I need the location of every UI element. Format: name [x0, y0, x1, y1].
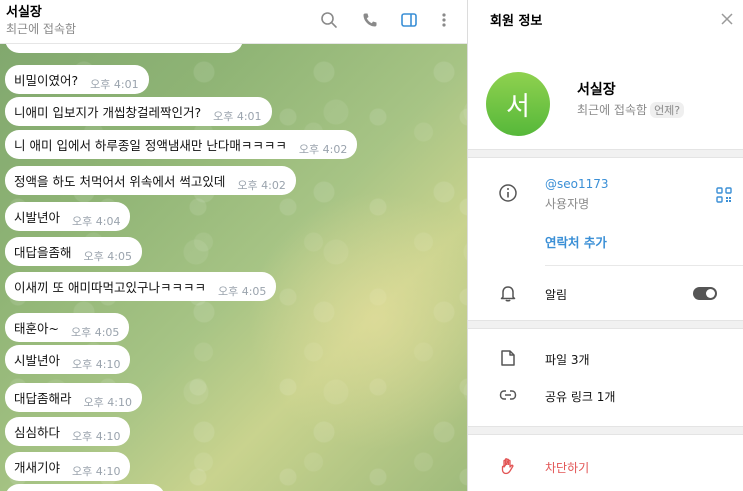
message-bubble[interactable]: 비밀이였어? 오후 4:01	[5, 65, 149, 94]
section-separator	[468, 426, 743, 435]
link-icon	[498, 385, 518, 405]
qr-code-icon[interactable]	[715, 186, 733, 204]
message-bubble[interactable]: 시발년아 오후 4:10	[5, 345, 131, 374]
block-user-button[interactable]: 차단하기	[545, 459, 589, 476]
message-text: 정액을 하도 처먹어서 위속에서 썩고있데	[14, 174, 226, 189]
message-list[interactable]: 비밀이였어? 오후 4:01 니애미 입보지가 개씹창걸레짝인거? 오후 4:0…	[0, 24, 467, 491]
message-time: 오후 4:10	[72, 357, 121, 371]
message-text: 대답을좀해	[14, 245, 72, 260]
chat-header[interactable]: 서실장 최근에 접속함	[0, 0, 467, 44]
message-time: 오후 4:01	[90, 77, 139, 91]
message-bubble[interactable]: 심심하다 오후 4:10	[5, 417, 131, 446]
message-text: 비밀이였어?	[14, 73, 79, 88]
message-bubble[interactable]: 대답좀해라 오후 4:10	[5, 383, 142, 412]
message-bubble[interactable]: 시발년아 오후 4:04	[5, 202, 131, 231]
message-time: 오후 4:01	[213, 109, 262, 123]
avatar[interactable]: 서	[486, 72, 550, 136]
phone-icon[interactable]	[359, 9, 381, 31]
notifications-label: 알림	[545, 288, 568, 302]
message-text: 시발년아	[14, 210, 61, 225]
profile-name: 서실장	[577, 82, 616, 98]
message-time: 오후 4:02	[237, 178, 286, 192]
message-time: 오후 4:05	[217, 284, 267, 298]
message-text: 대답좀해라	[14, 391, 72, 406]
chat-title[interactable]: 서실장	[6, 1, 42, 20]
info-icon	[498, 183, 518, 203]
search-icon[interactable]	[318, 9, 340, 31]
notifications-toggle[interactable]	[693, 287, 717, 300]
user-info-panel: 회원 정보 서 서실장 최근에 접속함 언제? @seo1173 사용자명 연락…	[467, 0, 743, 491]
message-text: 개새기야	[14, 460, 61, 475]
message-bubble[interactable]: 개새기야 오후 4:10	[5, 452, 131, 481]
bell-icon	[498, 283, 518, 303]
message-time: 오후 4:04	[72, 214, 121, 228]
message-time: 오후 4:10	[72, 464, 121, 478]
message-text: 심심하다	[14, 425, 61, 440]
chat-status: 최근에 접속함	[6, 22, 77, 36]
shared-links-row[interactable]: 공유 링크 1개	[545, 388, 615, 405]
message-time: 오후 4:10	[72, 429, 121, 443]
add-contact-button[interactable]: 연락처 추가	[545, 232, 607, 251]
info-header: 회원 정보	[468, 0, 743, 40]
message-text: 니 애미 입에서 하루종일 정액냄새만 난다매ㅋㅋㅋㅋ	[14, 138, 287, 153]
message-bubble-partial	[5, 484, 165, 491]
more-vertical-icon[interactable]	[433, 9, 455, 31]
message-bubble[interactable]: 정액을 하도 처먹어서 위속에서 썩고있데 오후 4:02	[5, 166, 296, 195]
message-bubble[interactable]: 태훈아~ 오후 4:05	[5, 313, 130, 342]
message-text: 이새끼 또 애미따먹고있구나ㅋㅋㅋㅋ	[14, 280, 206, 295]
file-icon	[498, 348, 518, 368]
message-bubble[interactable]: 이새끼 또 애미따먹고있구나ㅋㅋㅋㅋ 오후 4:05	[5, 272, 277, 301]
hand-stop-icon	[498, 456, 518, 476]
username-label: 사용자명	[545, 197, 590, 211]
message-time: 오후 4:02	[298, 142, 348, 156]
message-bubble[interactable]: 대답을좀해 오후 4:05	[5, 237, 142, 266]
message-bubble[interactable]: 니애미 입보지가 개씹창걸레짝인거? 오후 4:01	[5, 97, 272, 126]
info-title: 회원 정보	[490, 14, 543, 29]
profile-status: 최근에 접속함 언제?	[577, 101, 685, 118]
close-icon[interactable]	[718, 10, 736, 28]
message-text: 니애미 입보지가 개씹창걸레짝인거?	[14, 105, 202, 120]
sidebar-toggle-icon[interactable]	[398, 9, 420, 31]
chat-pane: 서실장 최근에 접속함 비밀이였어? 오후 4:01 니애미 입보지가 개씹창걸…	[0, 0, 467, 491]
files-row[interactable]: 파일 3개	[545, 351, 590, 368]
section-separator	[468, 320, 743, 329]
when-badge[interactable]: 언제?	[650, 101, 685, 118]
divider	[545, 265, 743, 266]
message-text: 시발년아	[14, 353, 61, 368]
message-bubble[interactable]: 니 애미 입에서 하루종일 정액냄새만 난다매ㅋㅋㅋㅋ 오후 4:02	[5, 130, 358, 159]
username[interactable]: @seo1173	[545, 177, 609, 191]
message-time: 오후 4:05	[70, 325, 120, 339]
section-separator	[468, 149, 743, 158]
last-seen-text: 최근에 접속함	[577, 103, 648, 117]
message-time: 오후 4:05	[83, 249, 132, 263]
message-text: 태훈아~	[14, 321, 59, 336]
message-time: 오후 4:10	[83, 395, 132, 409]
